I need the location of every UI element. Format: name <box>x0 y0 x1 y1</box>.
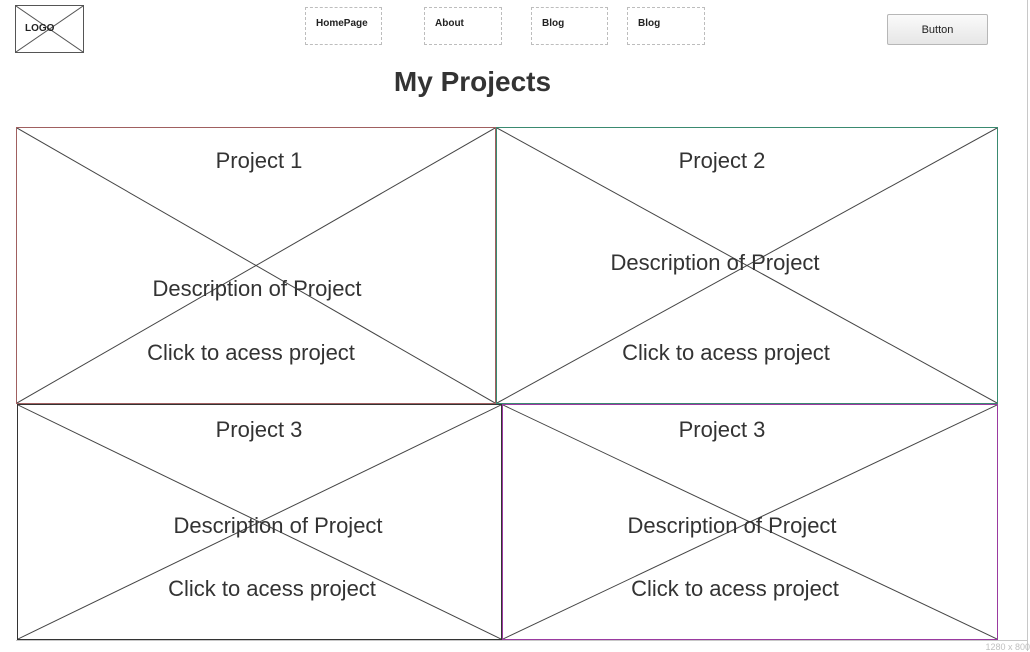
page-bottom-edge <box>16 640 1028 641</box>
project-link[interactable]: Click to acess project <box>622 340 830 366</box>
project-card-3[interactable]: Project 3 Description of Project Click t… <box>17 404 502 640</box>
header-button[interactable]: Button <box>887 14 988 45</box>
project-description: Description of Project <box>627 513 837 538</box>
project-title: Project 1 <box>215 148 303 173</box>
page-right-edge <box>1027 0 1028 651</box>
project-card-4[interactable]: Project 3 Description of Project Click t… <box>502 404 998 640</box>
project-link[interactable]: Click to acess project <box>147 340 355 366</box>
project-card-1[interactable]: Project 1 Description of Project Click t… <box>16 127 496 404</box>
project-link[interactable]: Click to acess project <box>168 576 376 602</box>
logo-label: LOGO <box>25 23 55 34</box>
project-title: Project 3 <box>215 417 303 442</box>
project-card-2[interactable]: Project 2 Description of Project Click t… <box>496 127 998 404</box>
project-link[interactable]: Click to acess project <box>631 576 839 602</box>
logo: LOGO <box>15 5 84 53</box>
project-description: Description of Project <box>173 513 383 538</box>
nav-item-about[interactable]: About <box>424 7 502 45</box>
project-title: Project 2 <box>678 148 766 173</box>
page-title: My Projects <box>393 66 552 97</box>
project-description: Description of Project <box>610 250 820 275</box>
project-title: Project 3 <box>678 417 766 442</box>
nav-item-blog-2[interactable]: Blog <box>627 7 705 45</box>
nav-item-homepage[interactable]: HomePage <box>305 7 382 45</box>
nav-item-blog[interactable]: Blog <box>531 7 608 45</box>
project-description: Description of Project <box>152 276 362 301</box>
